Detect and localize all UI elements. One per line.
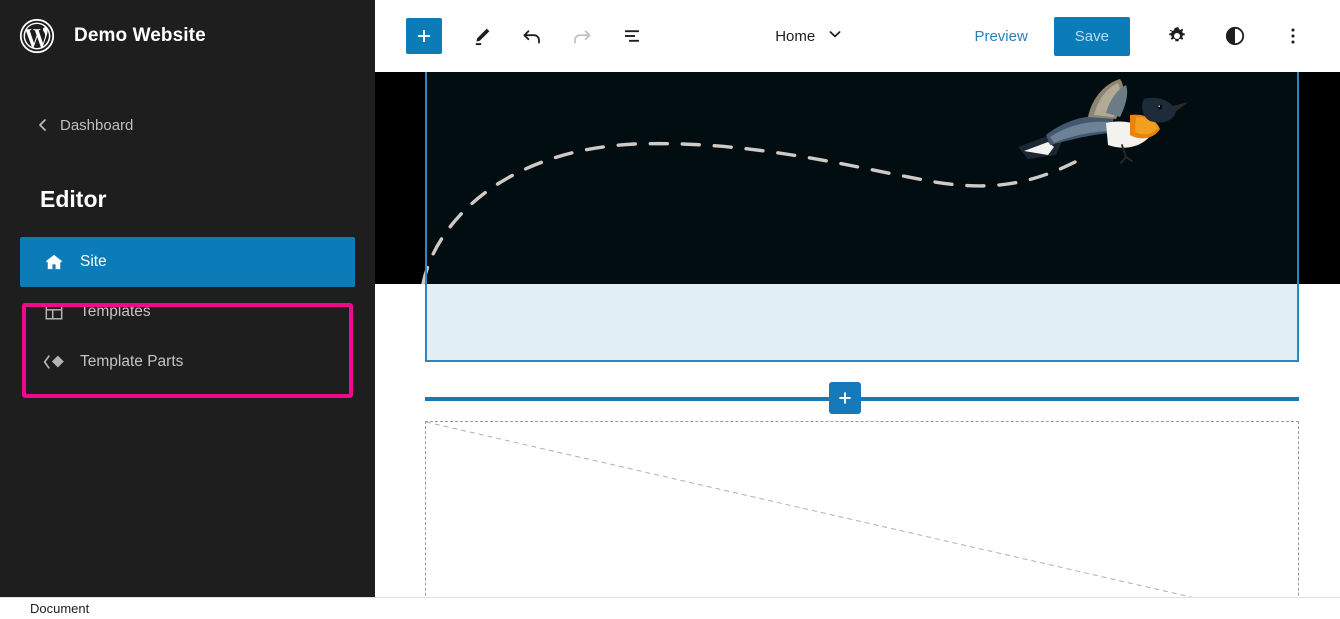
gear-icon[interactable]: [1159, 18, 1195, 54]
empty-block-placeholder[interactable]: [425, 421, 1299, 597]
chevron-left-icon: [36, 118, 50, 132]
sidebar-nav: Site Templates Template Parts: [0, 237, 375, 387]
editor-canvas[interactable]: [375, 72, 1340, 597]
selected-block-outline[interactable]: [425, 72, 1299, 362]
placeholder-diagonal-icon: [426, 422, 1193, 597]
toolbar-left-group: [375, 18, 656, 54]
wordpress-logo-icon[interactable]: [17, 16, 57, 56]
sidebar-item-template-parts-label: Template Parts: [80, 353, 184, 370]
edit-pencil-icon[interactable]: [464, 18, 500, 54]
sidebar-item-template-parts[interactable]: Template Parts: [20, 337, 355, 387]
editor-body: Demo Website Dashboard Editor Site Templ…: [0, 0, 1340, 597]
sidebar-heading: Editor: [40, 186, 107, 212]
block-inserter-line: [425, 397, 1299, 401]
document-switcher-label: Home: [775, 27, 816, 45]
back-to-dashboard-link[interactable]: Dashboard: [0, 108, 375, 142]
sidebar-item-templates-label: Templates: [80, 303, 151, 320]
list-view-icon[interactable]: [614, 18, 650, 54]
add-block-button[interactable]: [406, 18, 442, 54]
editor-main: Home Preview Save: [375, 0, 1340, 597]
editor-statusbar: Document: [0, 597, 1340, 619]
toolbar-right-group: Preview Save: [962, 16, 1340, 56]
sidebar-item-site-label: Site: [80, 253, 107, 270]
site-hub[interactable]: Demo Website: [0, 0, 375, 72]
sidebar-item-site[interactable]: Site: [20, 237, 355, 287]
document-switcher[interactable]: Home: [775, 26, 843, 46]
block-inserter-row: [425, 382, 1299, 416]
preview-button[interactable]: Preview: [962, 20, 1039, 53]
redo-icon[interactable]: [564, 18, 600, 54]
contrast-half-circle-icon[interactable]: [1217, 18, 1253, 54]
editor-toolbar: Home Preview Save: [375, 0, 1340, 72]
block-inserter-button[interactable]: [829, 382, 861, 414]
back-to-dashboard-label: Dashboard: [60, 116, 134, 134]
template-parts-icon: [42, 350, 66, 374]
save-button[interactable]: Save: [1053, 16, 1130, 56]
site-editor-window: Demo Website Dashboard Editor Site Templ…: [0, 0, 1340, 619]
breadcrumb[interactable]: Document: [30, 601, 89, 616]
editor-sidebar: Demo Website Dashboard Editor Site Templ…: [0, 0, 375, 597]
site-title: Demo Website: [74, 25, 206, 46]
home-icon: [42, 250, 66, 274]
toolbar-center-group: Home: [656, 26, 962, 46]
chevron-down-icon: [827, 26, 843, 46]
layout-grid-icon: [42, 300, 66, 324]
undo-icon[interactable]: [514, 18, 550, 54]
three-dots-vertical-icon[interactable]: [1275, 18, 1311, 54]
sidebar-item-templates[interactable]: Templates: [20, 287, 355, 337]
